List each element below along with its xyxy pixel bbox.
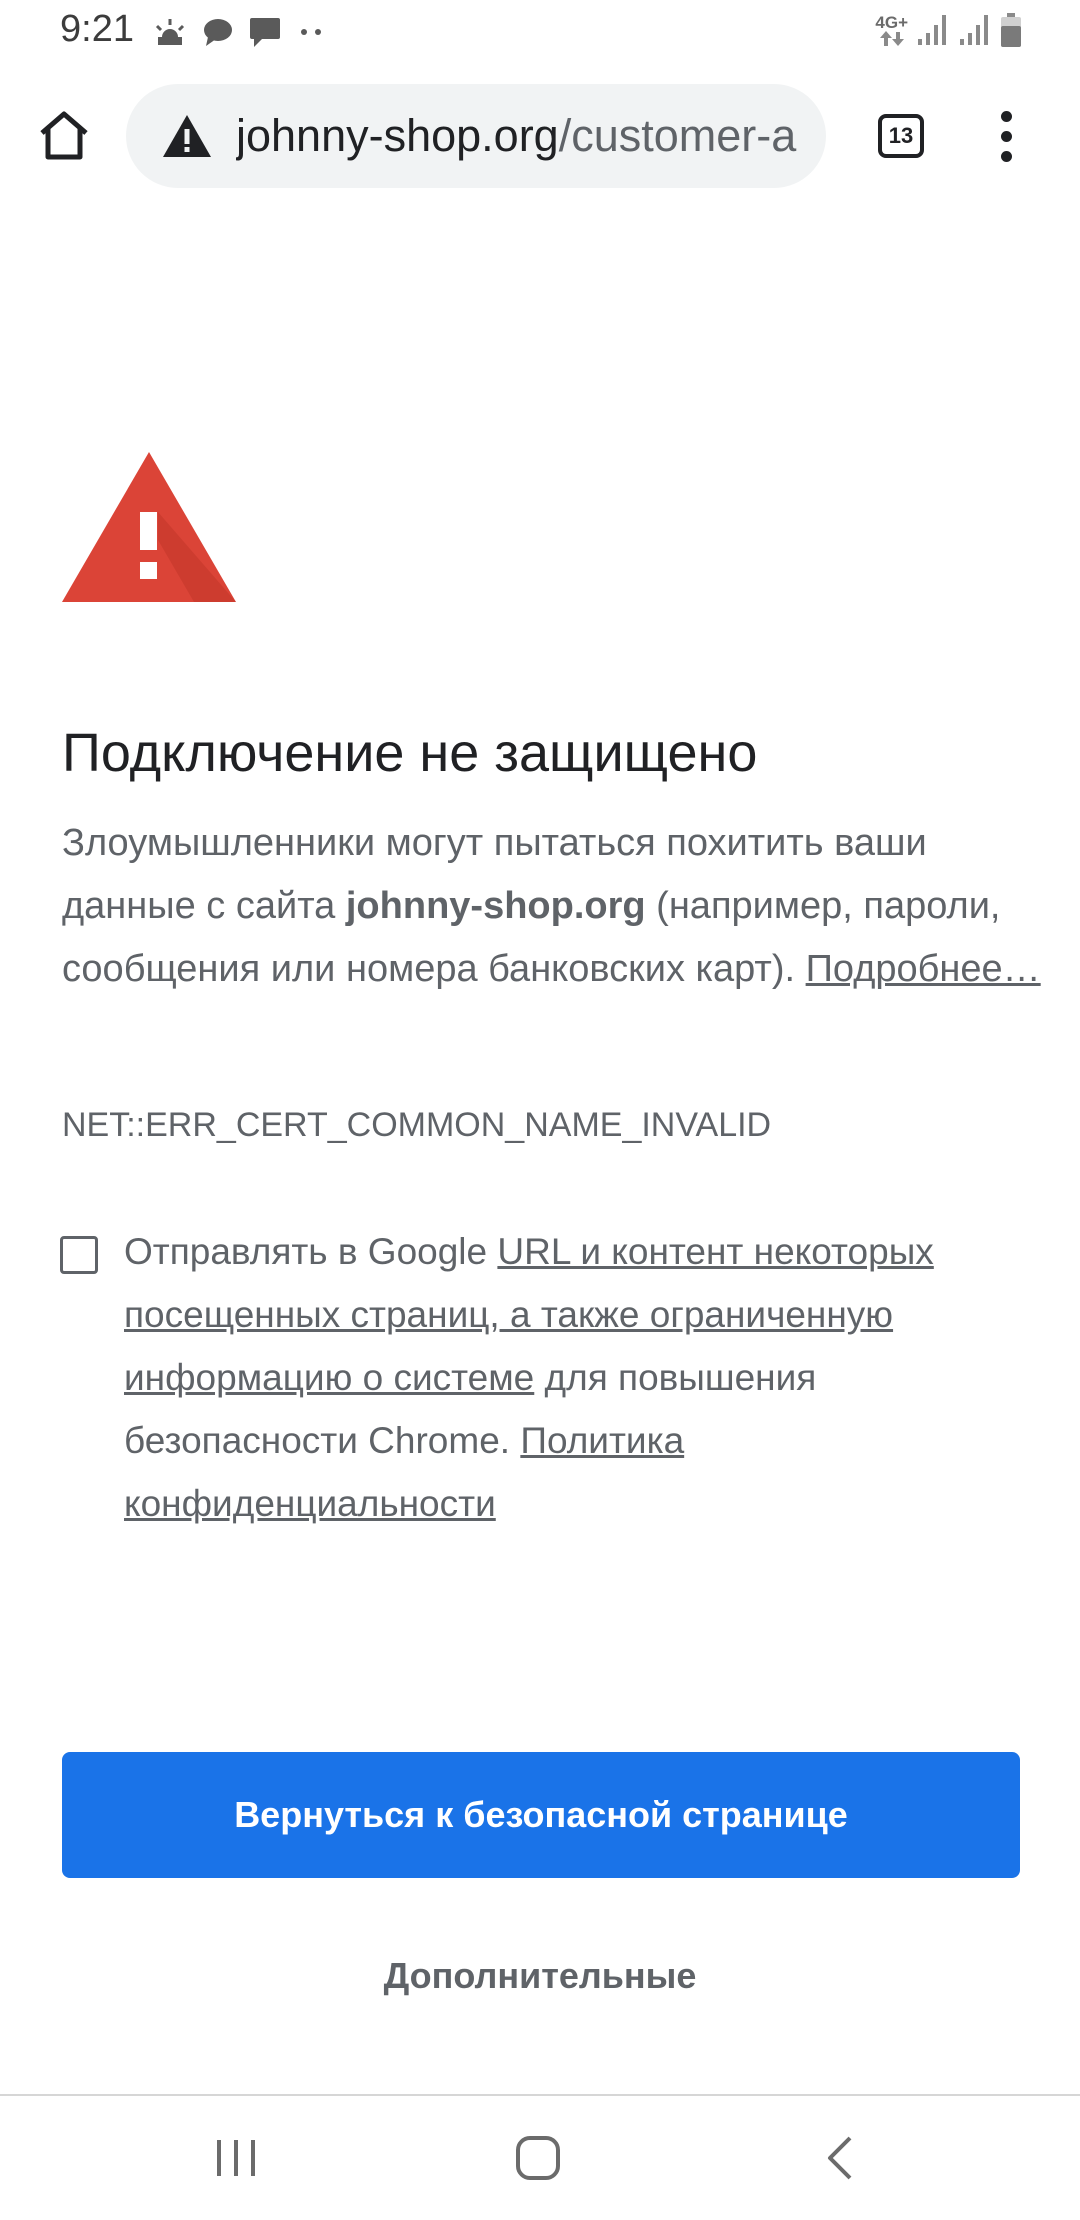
network-label: 4G+	[875, 12, 908, 32]
status-bar: 9:21 4G+	[0, 0, 1080, 64]
error-code: NET::ERR_CERT_COMMON_NAME_INVALID	[62, 1106, 772, 1144]
battery-icon	[1001, 13, 1021, 47]
recent-apps-button[interactable]	[196, 2118, 276, 2198]
system-icons: 4G+	[875, 10, 1022, 50]
warning-icon[interactable]	[162, 114, 212, 158]
system-nav-bar	[0, 2096, 1080, 2220]
chat-bubble-icon	[204, 19, 232, 46]
status-time: 9:21	[60, 8, 134, 50]
signal-icon	[918, 15, 946, 45]
url-path: /customer-a	[558, 110, 797, 161]
learn-more-link[interactable]: Подробнее…	[806, 948, 1041, 990]
weather-icon	[155, 19, 185, 45]
address-bar[interactable]: johnny-shop.org/customer-a	[126, 84, 826, 188]
safe-browsing-optin-text: Отправлять в Google URL и контент некото…	[124, 1220, 1024, 1535]
advanced-button[interactable]: Дополнительные	[340, 1946, 740, 2006]
optin-text-1: Отправлять в Google	[124, 1231, 498, 1272]
home-icon	[516, 2136, 560, 2180]
more-vert-icon	[1000, 110, 1012, 122]
danger-triangle-icon	[62, 452, 236, 602]
browser-toolbar: johnny-shop.org/customer-a 13	[0, 80, 1080, 192]
overflow-menu-button[interactable]	[978, 104, 1034, 168]
tab-count: 13	[878, 114, 924, 158]
network-4g-icon: 4G+	[875, 14, 908, 47]
recent-apps-icon	[217, 2140, 255, 2176]
nav-home-button[interactable]	[498, 2118, 578, 2198]
url-text[interactable]: johnny-shop.org/customer-a	[236, 108, 804, 164]
signal-icon	[960, 15, 988, 45]
safe-browsing-checkbox[interactable]	[60, 1236, 98, 1274]
url-host: johnny-shop.org	[236, 110, 559, 161]
back-icon	[828, 2136, 852, 2180]
home-icon	[40, 111, 88, 160]
home-button[interactable]	[30, 102, 98, 170]
page-title: Подключение не защищено	[62, 723, 758, 783]
tab-switcher-button[interactable]: 13	[866, 104, 936, 168]
message-icon	[250, 18, 280, 47]
more-dots-icon	[301, 29, 321, 35]
notification-icons	[152, 14, 326, 50]
back-to-safety-button[interactable]: Вернуться к безопасной странице	[62, 1752, 1020, 1878]
site-host: johnny-shop.org	[345, 885, 646, 927]
back-button[interactable]	[800, 2118, 880, 2198]
warning-description: Злоумышленники могут пытаться похитить в…	[62, 812, 1042, 1001]
